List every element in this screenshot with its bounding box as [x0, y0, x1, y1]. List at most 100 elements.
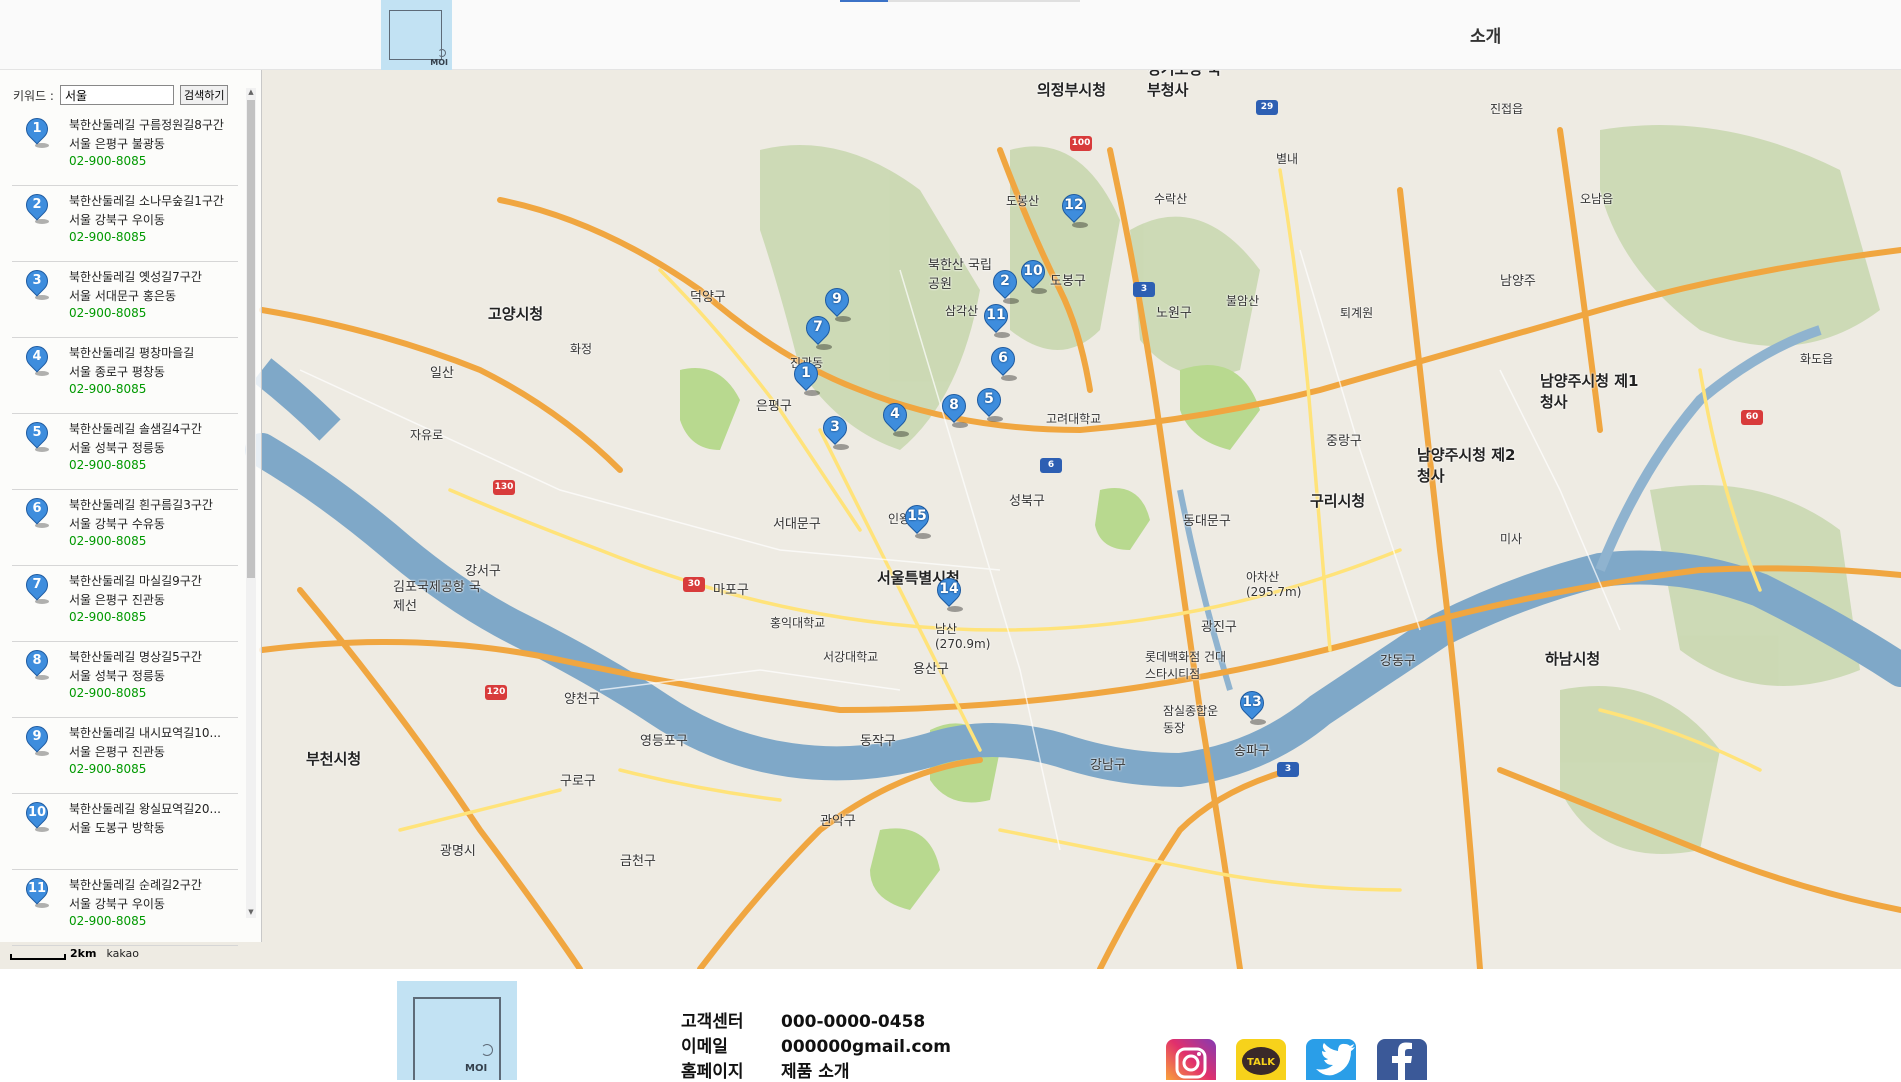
place-address: 서울 도봉구 방학동 — [69, 821, 165, 835]
facebook-icon[interactable] — [1377, 1039, 1427, 1080]
map-marker[interactable]: 5 — [972, 383, 1006, 424]
map-marker[interactable]: 12 — [1057, 189, 1091, 230]
map-marker[interactable]: 2 — [988, 265, 1022, 306]
twitter-icon[interactable] — [1306, 1039, 1356, 1080]
label-hwado: 화도읍 — [1800, 352, 1834, 366]
label-gwanak: 관악구 — [820, 814, 856, 829]
scroll-up-icon[interactable]: ▲ — [246, 88, 256, 98]
search-input[interactable] — [59, 85, 174, 105]
site-header: MOI 소개 — [0, 0, 1901, 70]
marker-number: 3 — [830, 419, 840, 435]
kakao-label: TALK — [1247, 1057, 1276, 1068]
nav-about-link[interactable]: 소개 — [1470, 22, 1501, 47]
label-samgaksan: 삼각산 — [945, 304, 979, 318]
list-item[interactable]: 1 북한산둘레길 구름정원길8구간 서울 은평구 불광동 02-900-8085 — [12, 110, 238, 186]
contact-key: 고객센터 — [681, 1012, 744, 1032]
list-item[interactable]: 3 북한산둘레길 옛성길7구간 서울 서대문구 홍은동 02-900-8085 — [12, 262, 238, 338]
list-item[interactable]: 7 북한산둘레길 마실길9구간 서울 은평구 진관동 02-900-8085 — [12, 566, 238, 642]
marker-number: 1 — [801, 365, 811, 381]
moon-icon — [481, 1044, 493, 1056]
kakaotalk-icon[interactable]: TALK — [1236, 1039, 1286, 1080]
highway-shield: 120 — [485, 685, 507, 700]
map-marker[interactable]: 14 — [932, 573, 966, 614]
marker-number: 15 — [907, 508, 927, 524]
place-name: 북한산둘레길 옛성길7구간 — [69, 270, 202, 284]
map-marker[interactable]: 4 — [878, 398, 912, 439]
map-marker[interactable]: 6 — [986, 342, 1020, 383]
label-gangseo: 강서구 — [465, 564, 501, 579]
map-marker[interactable]: 13 — [1235, 686, 1269, 727]
list-item[interactable]: 4 북한산둘레길 평창마을길 서울 종로구 평창동 02-900-8085 — [12, 338, 238, 414]
scroll-down-icon[interactable]: ▼ — [246, 908, 256, 918]
label-guri: 구리시청 — [1310, 492, 1366, 510]
homepage-row: 홈페이지 제품 소개 — [681, 1057, 849, 1082]
header-logo[interactable]: MOI — [381, 0, 452, 70]
footer-logo[interactable]: MOI — [397, 981, 517, 1080]
place-phone: 02-900-8085 — [69, 762, 147, 776]
contact-row: 고객센터 000-0000-0458 — [681, 1007, 925, 1032]
map-view[interactable]: 고양시청 의정부시청 서울특별시청 구리시청 남양주시청 제2청사 남양주시청 … — [0, 70, 1901, 969]
list-item[interactable]: 2 북한산둘레길 소나무숲길1구간 서울 강북구 우이동 02-900-8085 — [12, 186, 238, 262]
marker-pin-icon: 1 — [21, 113, 53, 150]
label-gwangmyeong: 광명시 — [440, 844, 476, 859]
map-marker[interactable]: 3 — [818, 411, 852, 452]
map-marker[interactable]: 9 — [820, 283, 854, 324]
label-byeollae: 별내 — [1276, 152, 1299, 166]
label-namsan: 남산 (270.9m) — [935, 622, 991, 651]
marker-shadow — [1250, 719, 1266, 725]
place-address: 서울 서대문구 홍은동 — [69, 289, 176, 303]
list-item[interactable]: 11 북한산둘레길 순례길2구간 서울 강북구 우이동 02-900-8085 — [12, 870, 238, 946]
marker-shadow — [1001, 375, 1017, 381]
label-jamsil: 잠실종합운동장 — [1163, 704, 1219, 735]
logo-frame — [413, 997, 501, 1080]
list-item[interactable]: 9 북한산둘레길 내시묘역길10... 서울 은평구 진관동 02-900-8085 — [12, 718, 238, 794]
place-name: 북한산둘레길 명상길5구간 — [69, 650, 202, 664]
homepage-key: 홈페이지 — [681, 1062, 744, 1082]
list-item[interactable]: 10 북한산둘레길 왕실묘역길20... 서울 도봉구 방학동 — [12, 794, 238, 870]
active-tab-indicator — [840, 0, 888, 2]
list-item[interactable]: 8 북한산둘레길 명상길5구간 서울 성북구 정릉동 02-900-8085 — [12, 642, 238, 718]
place-name: 북한산둘레길 흰구름길3구간 — [69, 498, 213, 512]
marker-shadow — [804, 390, 820, 396]
map-marker[interactable]: 10 — [1016, 255, 1050, 296]
highway-shield: 3 — [1133, 282, 1155, 297]
map-marker[interactable]: 11 — [979, 299, 1013, 340]
place-name: 북한산둘레길 솔샘길4구간 — [69, 422, 202, 436]
list-item[interactable]: 6 북한산둘레길 흰구름길3구간 서울 강북구 수유동 02-900-8085 — [12, 490, 238, 566]
list-item[interactable]: 5 북한산둘레길 솔샘길4구간 서울 성북구 정릉동 02-900-8085 — [12, 414, 238, 490]
highway-shield: 6 — [1040, 458, 1062, 473]
search-label: 키워드 : — [13, 88, 54, 103]
label-eunpyeong: 은평구 — [756, 399, 792, 414]
marker-shadow — [947, 606, 963, 612]
marker-number: 5 — [984, 391, 994, 407]
label-hwajeong: 화정 — [570, 342, 593, 356]
label-bukhansan: 북한산 국립공원 — [928, 258, 992, 292]
map-marker[interactable]: 15 — [900, 500, 934, 541]
homepage-link[interactable]: 제품 소개 — [781, 1062, 849, 1082]
label-gangdong: 강동구 — [1380, 654, 1416, 669]
map-scale: 2km kakao — [10, 947, 139, 960]
label-jungnang: 중랑구 — [1326, 434, 1362, 449]
marker-pin-icon: 10 — [21, 797, 53, 834]
scale-label: 2km — [70, 947, 97, 960]
label-suraksan: 수락산 — [1154, 192, 1188, 206]
label-buramsan: 불암산 — [1226, 294, 1260, 308]
label-yangcheon: 양천구 — [564, 692, 600, 707]
place-address: 서울 은평구 진관동 — [69, 745, 165, 759]
marker-shadow — [1031, 288, 1047, 294]
label-nowon: 노원구 — [1156, 306, 1192, 321]
instagram-icon[interactable] — [1166, 1039, 1216, 1080]
scrollbar-thumb[interactable] — [247, 100, 255, 578]
place-address: 서울 성북구 정릉동 — [69, 669, 165, 683]
place-phone: 02-900-8085 — [69, 154, 147, 168]
map-marker[interactable]: 1 — [789, 357, 823, 398]
highway-shield: 30 — [683, 577, 705, 592]
place-name: 북한산둘레길 평창마을길 — [69, 346, 195, 360]
place-address: 서울 종로구 평창동 — [69, 365, 165, 379]
label-misa: 미사 — [1500, 532, 1523, 546]
marker-shadow — [816, 344, 832, 350]
panel-scrollbar[interactable]: ▲ ▼ — [246, 88, 256, 918]
search-button[interactable]: 검색하기 — [179, 85, 229, 105]
map-marker[interactable]: 8 — [937, 389, 971, 430]
places-list: 1 북한산둘레길 구름정원길8구간 서울 은평구 불광동 02-900-8085 2 북… — [12, 110, 238, 946]
